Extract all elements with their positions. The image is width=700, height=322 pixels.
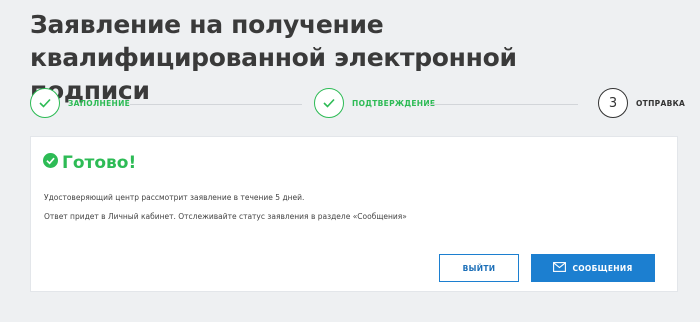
step-label-filling: ЗАПОЛНЕНИЕ [68, 98, 131, 108]
exit-button[interactable]: ВЫЙТИ [439, 254, 519, 282]
check-icon [30, 88, 60, 118]
status-message-answer: Ответ придет в Личный кабинет. Отслежива… [44, 212, 407, 221]
step-sending: 3 ОТПРАВКА [598, 88, 685, 118]
status-card: Готово! Удостоверяющий центр рассмотрит … [30, 136, 678, 292]
step-number: 3 [598, 88, 628, 118]
step-label-sending: ОТПРАВКА [636, 98, 686, 108]
exit-button-label: ВЫЙТИ [462, 263, 496, 273]
status-message-review: Удостоверяющий центр рассмотрит заявлени… [44, 193, 305, 202]
step-confirmation: ПОДТВЕРЖДЕНИЕ [314, 88, 435, 118]
success-heading-text: Готово! [62, 153, 137, 173]
progress-stepper: ЗАПОЛНЕНИЕ ПОДТВЕРЖДЕНИЕ 3 ОТПРАВКА [30, 88, 698, 122]
step-connector [130, 104, 302, 105]
step-connector [428, 104, 578, 105]
check-circle-icon [43, 153, 58, 173]
success-heading: Готово! [43, 153, 136, 173]
step-label-confirmation: ПОДТВЕРЖДЕНИЕ [352, 98, 436, 108]
step-filling: ЗАПОЛНЕНИЕ [30, 88, 130, 118]
messages-button[interactable]: СООБЩЕНИЯ [531, 254, 655, 282]
check-icon [314, 88, 344, 118]
messages-button-label: СООБЩЕНИЯ [572, 263, 633, 273]
envelope-icon [553, 262, 572, 274]
